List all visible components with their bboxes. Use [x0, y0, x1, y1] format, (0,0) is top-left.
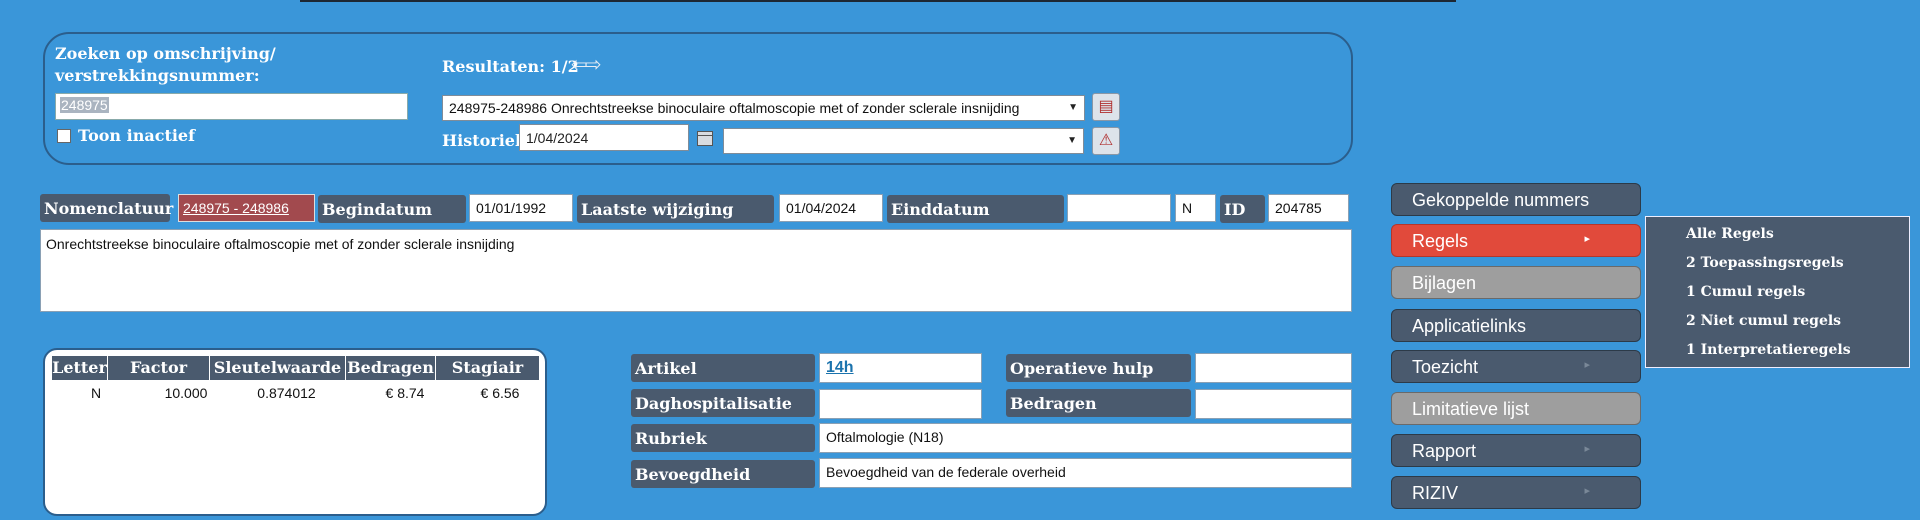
button-label: Applicatielinks [1412, 316, 1527, 336]
menu-item-interpretatieregels[interactable]: 1 Interpretatieregels [1646, 337, 1909, 366]
riziv-button[interactable]: RIZIV ▸ [1391, 476, 1641, 509]
operatieve-hulp-value [1195, 353, 1352, 383]
bevoegdheid-value: Bevoegdheid van de federale overheid [819, 458, 1352, 488]
regels-submenu: Alle Regels 2 Toepassingsregels 1 Cumul … [1645, 216, 1910, 368]
col-factor-header: Factor [107, 356, 209, 380]
result-select[interactable]: 248975-248986 Onrechtstreekse binoculair… [442, 95, 1085, 121]
table-cell-letter: N [90, 385, 102, 401]
menu-item-niet-cumul-regels[interactable]: 2 Niet cumul regels [1646, 308, 1909, 337]
menu-item-toepassingsregels[interactable]: 2 Toepassingsregels [1646, 250, 1909, 279]
gekoppelde-nummers-button[interactable]: Gekoppelde nummers [1391, 183, 1641, 216]
history-select[interactable]: ▼ [723, 128, 1084, 154]
col-letter-header: Letter [51, 356, 107, 380]
id-value: 204785 [1268, 194, 1349, 222]
search-label: Zoeken op omschrijving/ verstrekkingsnum… [55, 44, 276, 85]
begindatum-label: Begindatum [318, 195, 466, 223]
chevron-right-icon: ▸ [1584, 233, 1590, 245]
button-label: Limitatieve lijst [1412, 399, 1530, 419]
history-date-input[interactable]: 1/04/2024 [519, 124, 689, 151]
limitatieve-lijst-button[interactable]: Limitatieve lijst [1391, 392, 1641, 425]
bijlagen-button[interactable]: Bijlagen [1391, 266, 1641, 299]
results-nav-arrows-icon[interactable]: ⇦⇨ [571, 52, 601, 77]
table-cell-stagiair: € 6.56 [480, 385, 520, 401]
button-label: Rapport [1412, 441, 1477, 461]
chevron-down-icon: ▼ [1067, 135, 1077, 146]
nomenclatuur-value[interactable]: 248975 - 248986 [178, 194, 315, 222]
operatieve-hulp-label: Operatieve hulp [1006, 354, 1191, 382]
begindatum-value: 01/01/1992 [469, 194, 573, 222]
bevoegdheid-label: Bevoegdheid [631, 460, 815, 488]
button-label: Toezicht [1412, 357, 1479, 377]
warning-icon[interactable]: ⚠ [1092, 127, 1120, 155]
history-label: Historiek [442, 131, 527, 150]
show-inactive-label: Toon inactief [78, 126, 195, 145]
flag-value: N [1175, 194, 1216, 222]
toezicht-button[interactable]: Toezicht ▸ [1391, 350, 1641, 383]
einddatum-value [1067, 194, 1171, 222]
table-cell-bedragen: € 8.74 [385, 385, 425, 401]
rapport-button[interactable]: Rapport ▸ [1391, 434, 1641, 467]
show-inactive-checkbox[interactable] [57, 129, 71, 143]
chevron-right-icon: ▸ [1584, 485, 1590, 497]
result-select-value: 248975-248986 Onrechtstreekse binoculair… [449, 100, 1020, 116]
description-box: Onrechtstreekse binoculaire oftalmoscopi… [40, 229, 1352, 312]
col-stagiair-header: Stagiair [435, 356, 539, 380]
artikel-link[interactable]: 14h [826, 359, 854, 376]
rubriek-value: Oftalmologie (N18) [819, 423, 1352, 453]
applicatielinks-button[interactable]: Applicatielinks [1391, 309, 1641, 342]
search-input[interactable]: 248975 [55, 93, 408, 120]
button-label: Gekoppelde nummers [1412, 190, 1590, 210]
table-cell-sleutelwaarde: 0.874012 [257, 385, 316, 401]
nomenclatuur-label: Nomenclatuur [40, 194, 173, 222]
button-label: Bijlagen [1412, 273, 1477, 293]
daghospitalisatie-label: Daghospitalisatie [631, 389, 815, 417]
col-sleutelwaarde-header: Sleutelwaarde [209, 356, 345, 380]
bedragen-value [1195, 389, 1352, 419]
col-bedragen-header: Bedragen [345, 356, 435, 380]
button-label: RIZIV [1412, 483, 1459, 503]
calendar-icon[interactable] [697, 131, 713, 146]
artikel-value: 14h [819, 353, 982, 383]
menu-item-cumul-regels[interactable]: 1 Cumul regels [1646, 279, 1909, 308]
rubriek-label: Rubriek [631, 424, 815, 452]
chevron-right-icon: ▸ [1584, 443, 1590, 455]
einddatum-label: Einddatum [887, 195, 1064, 223]
chevron-down-icon: ▼ [1068, 102, 1078, 113]
top-divider [300, 0, 1456, 2]
menu-item-alle-regels[interactable]: Alle Regels [1646, 221, 1909, 250]
report-icon[interactable]: ▤ [1092, 93, 1120, 121]
laatste-wijziging-value: 01/04/2024 [779, 194, 883, 222]
bedragen-label: Bedragen [1006, 389, 1191, 417]
button-label: Regels [1412, 231, 1469, 251]
daghospitalisatie-value [819, 389, 982, 419]
results-count: Resultaten: 1/2 [442, 57, 579, 76]
id-label: ID [1220, 195, 1265, 223]
chevron-right-icon: ▸ [1584, 359, 1590, 371]
search-input-value: 248975 [60, 97, 109, 113]
laatste-wijziging-label: Laatste wijziging [577, 195, 774, 223]
regels-button[interactable]: Regels ▸ [1391, 224, 1641, 257]
artikel-label: Artikel [631, 354, 815, 382]
